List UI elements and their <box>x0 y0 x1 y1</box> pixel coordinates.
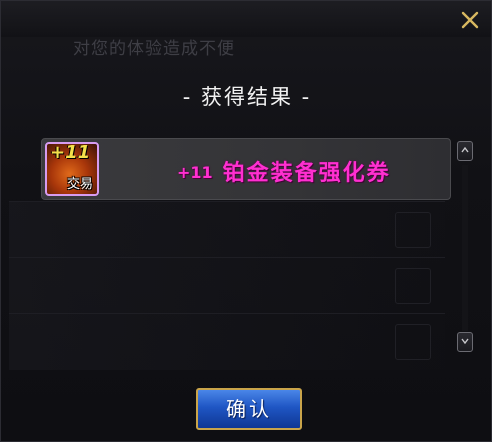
scroll-down-button[interactable] <box>457 332 473 352</box>
empty-slot <box>395 324 431 360</box>
reward-item-level: +11 <box>177 163 213 182</box>
scroll-up-button[interactable] <box>457 141 473 161</box>
scrollbar-track[interactable] <box>462 165 468 331</box>
background-notice-text: 对您的体验造成不便 <box>73 39 235 59</box>
result-dialog: 对您的体验造成不便 - 获得结果 - +11 交易 +11 铂金装备强化券 确认 <box>0 0 492 442</box>
empty-row <box>9 201 445 258</box>
empty-row <box>9 313 445 370</box>
dialog-title: - 获得结果 - <box>182 85 312 109</box>
icon-badge: +11 <box>50 142 91 163</box>
chevron-down-icon <box>461 338 469 344</box>
empty-row <box>9 257 445 314</box>
reward-item-row[interactable]: +11 交易 +11 铂金装备强化券 <box>41 138 451 200</box>
confirm-button[interactable]: 确认 <box>196 388 302 430</box>
reward-item-name: +11 铂金装备强化券 <box>177 155 391 187</box>
close-x-icon <box>461 11 479 29</box>
close-button[interactable] <box>459 9 481 31</box>
enhancement-ticket-icon[interactable]: +11 交易 <box>45 142 99 196</box>
chevron-up-icon <box>461 147 469 153</box>
empty-slot <box>395 268 431 304</box>
dialog-titlebar: 对您的体验造成不便 <box>1 1 491 59</box>
empty-slot <box>395 212 431 248</box>
reward-list: +11 交易 +11 铂金装备强化券 <box>41 138 451 200</box>
reward-item-title: 铂金装备强化券 <box>222 161 391 186</box>
tradable-tag: 交易 <box>67 177 94 192</box>
